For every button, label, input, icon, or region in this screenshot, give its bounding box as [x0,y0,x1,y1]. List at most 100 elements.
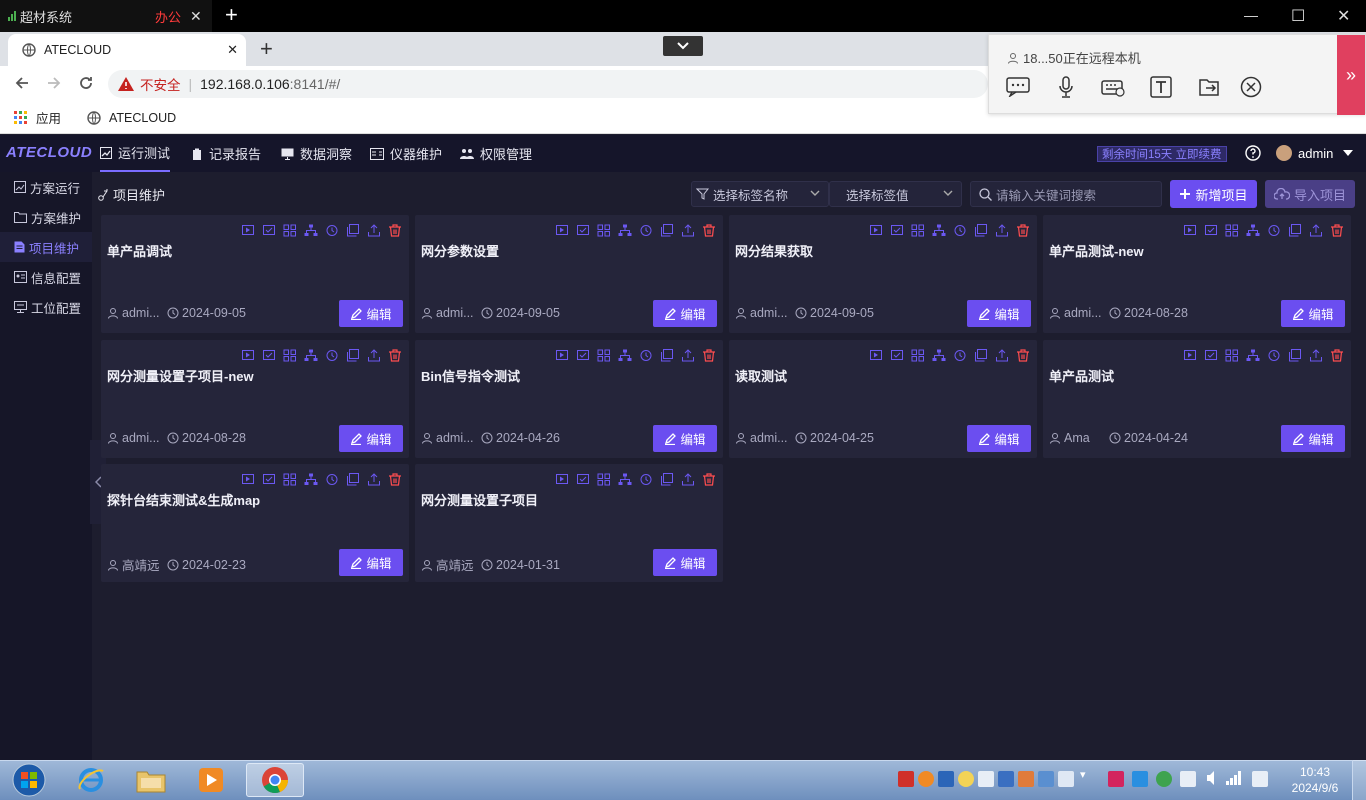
upload-icon[interactable] [680,348,696,362]
apps-icon[interactable] [1224,223,1240,237]
keyboard-icon[interactable] [1100,75,1126,99]
upload-icon[interactable] [994,223,1010,237]
copy-icon[interactable] [659,472,675,486]
upload-icon[interactable] [680,223,696,237]
project-card[interactable]: 单产品测试 Ama 2024-04-24 编辑 [1043,340,1351,458]
search-input[interactable]: 请输入关键词搜索 [970,181,1162,207]
apps-icon[interactable] [1224,348,1240,362]
delete-icon[interactable] [701,472,717,486]
tray-orange-icon[interactable] [918,771,934,787]
tray-copy-icon[interactable] [1180,771,1196,787]
check-icon[interactable] [575,348,591,362]
tree-icon[interactable] [617,348,633,362]
check-icon[interactable] [261,223,277,237]
browser-tab[interactable]: ATECLOUD ✕ [8,34,246,66]
history-icon[interactable] [324,223,340,237]
tray-wechat-icon[interactable] [1156,771,1172,787]
edit-button[interactable]: 编辑 [339,549,403,576]
reload-icon[interactable] [78,75,94,91]
tray-flag-icon[interactable] [1252,771,1268,787]
explorer-icon[interactable] [122,763,180,797]
new-tab-icon[interactable]: + [225,2,238,28]
project-card[interactable]: 单产品测试-new admi... 2024-08-28 编辑 [1043,215,1351,333]
play-icon[interactable] [868,348,884,362]
play-icon[interactable] [1182,223,1198,237]
history-icon[interactable] [1266,223,1282,237]
copy-icon[interactable] [345,223,361,237]
nav-instrument[interactable]: 仪器维护 [370,135,442,172]
project-card[interactable]: 探针台结束测试&生成map 高靖远 2024-02-23 编辑 [101,464,409,582]
play-icon[interactable] [868,223,884,237]
check-icon[interactable] [575,223,591,237]
tray-keyboard-icon[interactable] [998,771,1014,787]
tray-app-icon[interactable] [1108,771,1124,787]
tree-icon[interactable] [303,223,319,237]
delete-icon[interactable] [701,223,717,237]
nav-data-insight[interactable]: 数据洞察 [281,135,352,172]
play-icon[interactable] [554,223,570,237]
apps-icon[interactable] [282,472,298,486]
tree-icon[interactable] [303,348,319,362]
tray-ime-icon[interactable] [938,771,954,787]
copy-icon[interactable] [345,472,361,486]
sidebar-item-project-maint[interactable]: 项目维护 [0,232,92,262]
tray-doc-icon[interactable] [1058,771,1074,787]
maximize-icon[interactable]: ☐ [1291,6,1305,26]
upload-icon[interactable] [1308,348,1324,362]
edit-button[interactable]: 编辑 [339,425,403,452]
user-menu[interactable]: admin [1276,145,1354,161]
project-card[interactable]: 读取测试 admi... 2024-04-25 编辑 [729,340,1037,458]
delete-icon[interactable] [1329,348,1345,362]
history-icon[interactable] [638,348,654,362]
ie-icon[interactable] [62,763,120,797]
transfer-icon[interactable] [1196,75,1222,99]
upload-icon[interactable] [366,348,382,362]
play-icon[interactable] [240,472,256,486]
delete-icon[interactable] [1015,223,1031,237]
tray-moon-icon[interactable] [958,771,974,787]
chrome-icon[interactable] [246,763,304,797]
delete-icon[interactable] [387,472,403,486]
play-icon[interactable] [240,348,256,362]
edit-button[interactable]: 编辑 [653,549,717,576]
bookmark-atecloud[interactable]: ATECLOUD [109,111,176,125]
project-card[interactable]: 网分参数设置 admi... 2024-09-05 编辑 [415,215,723,333]
tree-icon[interactable] [931,348,947,362]
apps-icon[interactable] [282,348,298,362]
tree-icon[interactable] [617,472,633,486]
network-icon[interactable] [1226,771,1242,785]
add-project-button[interactable]: 新增项目 [1170,180,1257,208]
tag-value-select[interactable]: 选择标签值 [829,181,962,207]
check-icon[interactable] [575,472,591,486]
tree-icon[interactable] [1245,348,1261,362]
nav-permissions[interactable]: 权限管理 [460,135,532,172]
edit-button[interactable]: 编辑 [967,300,1031,327]
edit-button[interactable]: 编辑 [1281,300,1345,327]
chat-icon[interactable] [1005,75,1031,99]
sidebar-item-info-config[interactable]: 信息配置 [0,262,92,292]
check-icon[interactable] [261,472,277,486]
nav-run-test[interactable]: 运行测试 [100,135,171,172]
nav-record-report[interactable]: 记录报告 [191,135,261,172]
new-browser-tab-icon[interactable]: + [260,36,273,62]
project-card[interactable]: 网分测量设置子项目 高靖远 2024-01-31 编辑 [415,464,723,582]
close-icon[interactable]: ✕ [190,8,202,25]
apps-icon[interactable] [910,348,926,362]
copy-icon[interactable] [659,223,675,237]
history-icon[interactable] [324,348,340,362]
play-icon[interactable] [240,223,256,237]
tree-icon[interactable] [303,472,319,486]
disconnect-icon[interactable] [1238,75,1264,99]
delete-icon[interactable] [387,223,403,237]
address-bar[interactable]: 不安全 | 192.168.0.106 :8141/#/ [108,70,988,98]
history-icon[interactable] [952,348,968,362]
window-close-icon[interactable]: ✕ [1337,6,1350,26]
copy-icon[interactable] [973,348,989,362]
play-icon[interactable] [554,348,570,362]
copy-icon[interactable] [973,223,989,237]
tree-icon[interactable] [617,223,633,237]
delete-icon[interactable] [1015,348,1031,362]
help-icon[interactable] [1245,145,1261,161]
sidebar-item-station-config[interactable]: 工位配置 [0,292,92,322]
history-icon[interactable] [1266,348,1282,362]
